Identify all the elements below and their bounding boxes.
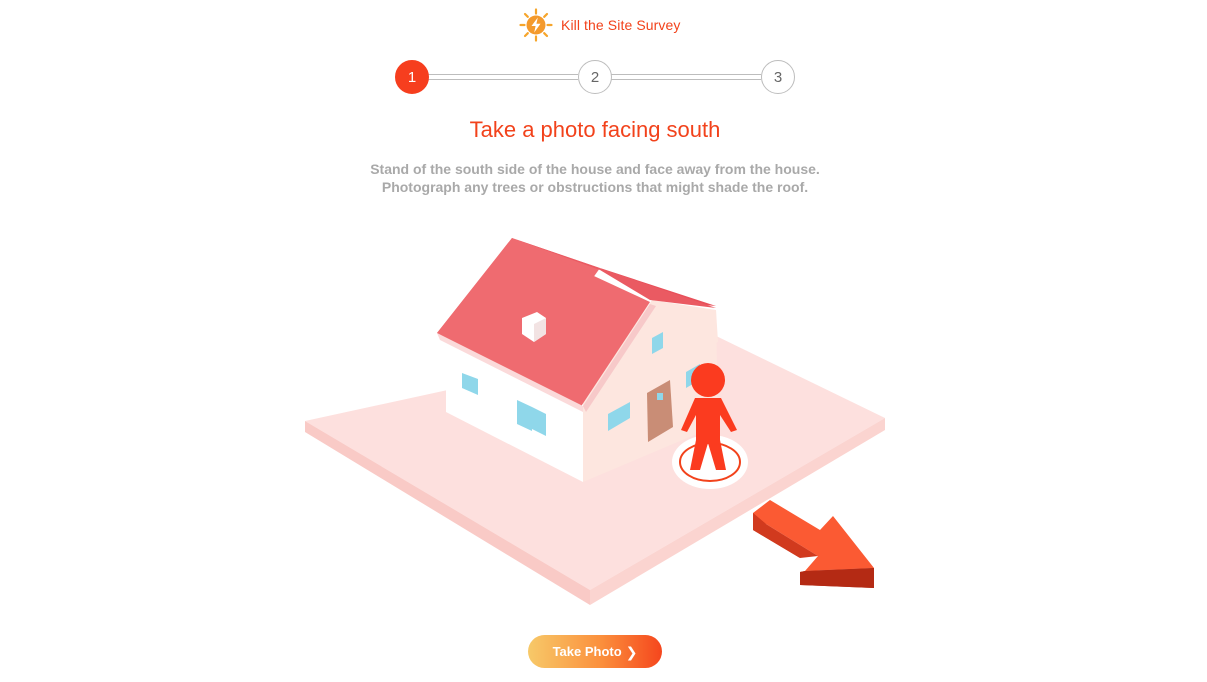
page-title: Take a photo facing south — [469, 117, 721, 142]
take-photo-button[interactable]: Take Photo ❯ — [528, 635, 662, 668]
south-direction-arrow-icon — [753, 500, 874, 588]
take-photo-label: Take Photo — [552, 644, 622, 659]
progress-stepper: 1 2 3 — [395, 60, 795, 94]
instructions-line-2: Photograph any trees or obstructions tha… — [381, 179, 809, 195]
house-orientation-illustration — [305, 238, 885, 605]
step-1[interactable]: 1 — [395, 60, 429, 94]
step-connector — [610, 74, 761, 80]
sun-bolt-icon — [519, 8, 553, 42]
step-connector — [428, 74, 578, 80]
brand-name: Kill the Site Survey — [561, 17, 681, 33]
brand-header: Kill the Site Survey — [519, 8, 681, 42]
instructions-line-1: Stand of the south side of the house and… — [370, 161, 820, 177]
step-3[interactable]: 3 — [761, 60, 795, 94]
chevron-right-icon: ❯ — [625, 643, 638, 660]
page: Kill the Site Survey 1 2 3 Take a photo … — [0, 0, 1207, 682]
step-2[interactable]: 2 — [578, 60, 612, 94]
instructions: Stand of the south side of the house and… — [0, 160, 1190, 196]
